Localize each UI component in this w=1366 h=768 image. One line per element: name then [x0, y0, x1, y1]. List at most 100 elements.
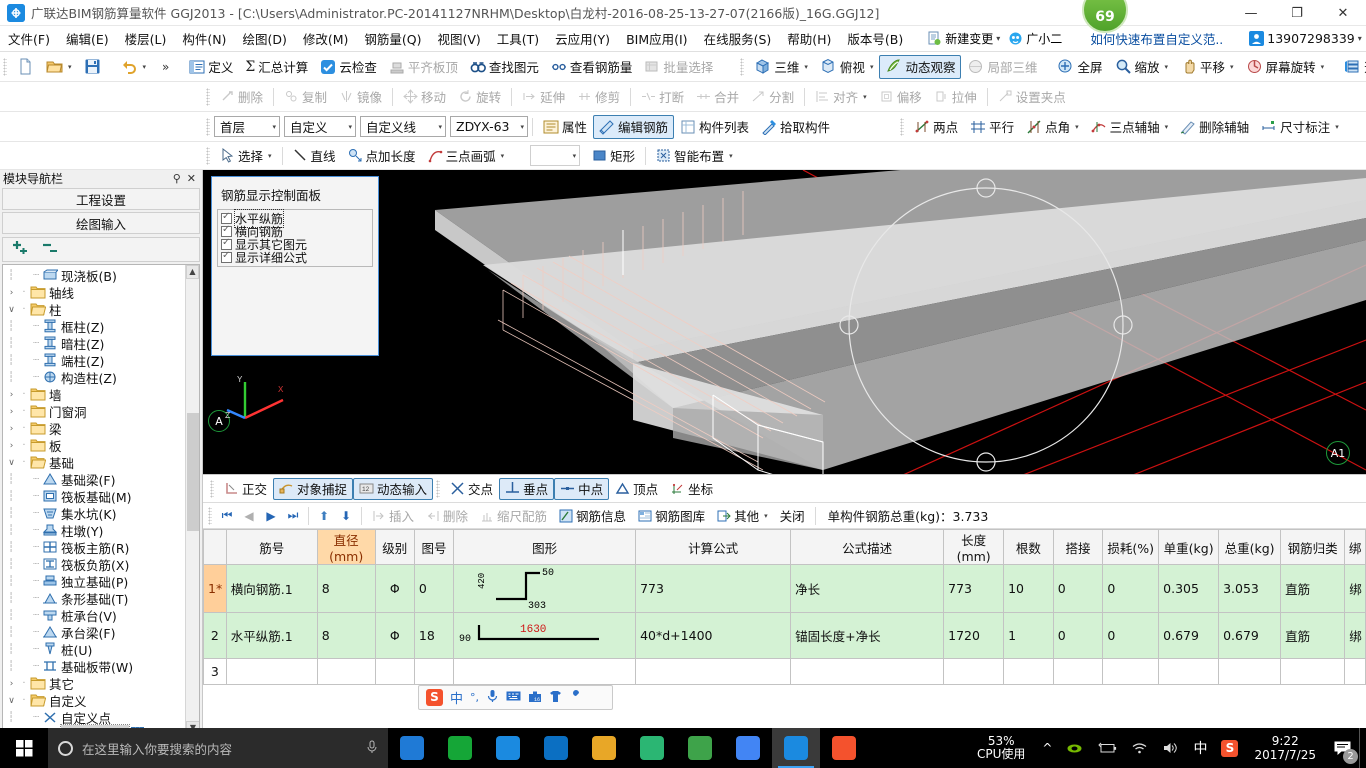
menu-floor[interactable]: 楼层(L) [117, 26, 175, 51]
menu-bim-app[interactable]: BIM应用(I) [618, 26, 696, 51]
find-element-button[interactable]: 查找图元 [464, 55, 545, 79]
cell-row-index[interactable]: 2 [203, 612, 227, 659]
cell-total-weight[interactable]: 3.053 [1218, 564, 1282, 613]
cell-total-weight[interactable]: 0.679 [1218, 612, 1282, 659]
prev-record-button[interactable]: ◀ [238, 509, 260, 523]
chevron-down-icon[interactable]: ∨ [5, 458, 18, 468]
zoom-chevron-down-icon[interactable]: ▾ [1165, 63, 1169, 71]
tree-item-2[interactable]: ∨ · 柱 [3, 301, 199, 318]
cell-rebar-no[interactable] [225, 658, 318, 685]
tree-item-20[interactable]: ┆ ┈ 桩承台(V) [3, 607, 199, 624]
tree-item-19[interactable]: ┆ ┈ 条形基础(T) [3, 590, 199, 607]
cell-diameter[interactable] [316, 658, 376, 685]
tree-item-6[interactable]: ┆ ┈ 构造柱(Z) [3, 369, 199, 386]
tree-item-15[interactable]: ┆ ┈ 柱墩(Y) [3, 522, 199, 539]
menu-component[interactable]: 构件(N) [174, 26, 234, 51]
cell-grade[interactable]: Φ [374, 564, 415, 613]
cell-count[interactable] [1003, 658, 1054, 685]
menu-online-service[interactable]: 在线服务(S) [696, 26, 780, 51]
tree-item-17[interactable]: ┆ ┈ 筏板负筋(X) [3, 556, 199, 573]
cell-grade[interactable] [374, 658, 415, 685]
rebar-display-control-panel[interactable]: 钢筋显示控制面板 水平纵筋横向钢筋显示其它图元显示详细公式 [211, 176, 379, 356]
checkbox-icon[interactable] [221, 211, 232, 224]
tree-item-24[interactable]: › · 其它 [3, 675, 199, 692]
taskbar-clock[interactable]: 9:22 2017/7/25 [1245, 734, 1325, 762]
tree-item-26[interactable]: ┆ ┈ 自定义点 [3, 709, 199, 726]
category-combo[interactable]: 自定义 ▾ [284, 116, 356, 137]
snap-ortho-button[interactable]: 正交 [218, 478, 273, 500]
cell-tie[interactable]: 绑 [1344, 612, 1366, 659]
toolbar-grip[interactable] [3, 57, 7, 76]
cell-count[interactable]: 10 [1003, 564, 1054, 613]
table-row[interactable]: 1* 横向钢筋.1 8 Φ 0 420 50 303 773 净长 773 10 0 0 0.305 3.05… [203, 564, 1366, 613]
select-tool-button[interactable]: 选择 ▾ [214, 144, 278, 168]
taskbar-sogou-icon[interactable] [820, 728, 868, 768]
taskbar-browser-icon[interactable] [676, 728, 724, 768]
show-desktop-button[interactable] [1359, 728, 1366, 768]
taskbar-search[interactable]: 在这里输入你要搜索的内容 [48, 728, 388, 768]
minimize-button[interactable]: — [1228, 0, 1274, 26]
view-3d-chevron-down-icon[interactable]: ▾ [804, 63, 808, 71]
cell-shape[interactable]: 90 1630 [453, 612, 637, 659]
toolbox-icon[interactable]: 16 [528, 690, 542, 706]
component-toolbar-grip[interactable] [206, 117, 210, 136]
top-view-button[interactable]: 俯视 ▾ [814, 55, 880, 79]
point-angle-chevron-down-icon[interactable]: ▾ [1075, 123, 1079, 131]
chevron-right-icon[interactable]: › [5, 390, 18, 400]
th-category[interactable]: 钢筋归类 [1280, 529, 1346, 565]
pan-chevron-down-icon[interactable]: ▾ [1230, 63, 1234, 71]
th-pic-no[interactable]: 图号 [413, 529, 455, 565]
pick-component-button[interactable]: 拾取构件 [755, 115, 836, 139]
three-point-arc-chevron-down-icon[interactable]: ▾ [501, 152, 505, 160]
maximize-button[interactable]: ❐ [1274, 0, 1320, 26]
save-button[interactable] [78, 55, 107, 79]
component-type-combo[interactable]: 自定义线 ▾ [360, 116, 446, 137]
menu-tools[interactable]: 工具(T) [489, 26, 547, 51]
smart-layout-chevron-down-icon[interactable]: ▾ [729, 152, 733, 160]
tree-item-22[interactable]: ┆ ┈ 桩(U) [3, 641, 199, 658]
menu-cloud-app[interactable]: 云应用(Y) [547, 26, 618, 51]
pan-button[interactable]: 平移 ▾ [1174, 55, 1240, 79]
checkbox-icon[interactable] [221, 237, 232, 250]
th-diameter[interactable]: 直径(mm) [316, 529, 376, 565]
account-area[interactable]: 13907298339 ▾ [1249, 31, 1362, 46]
th-unit-weight[interactable]: 单重(kg) [1158, 529, 1220, 565]
close-button[interactable]: ✕ [1320, 0, 1366, 26]
tree-item-4[interactable]: ┆ ┈ 暗柱(Z) [3, 335, 199, 352]
snap-object-button[interactable]: 对象捕捉 [273, 477, 354, 500]
cell-lap[interactable] [1052, 658, 1104, 685]
ime-punct-button[interactable]: °, [470, 691, 479, 704]
wifi-icon[interactable] [1124, 741, 1155, 755]
menu-rebar-qty[interactable]: 钢筋量(Q) [356, 26, 429, 51]
rebar-info-button[interactable]: 钢筋信息 [553, 504, 632, 528]
ime-mode-button[interactable]: 中 [450, 688, 463, 707]
tree-item-0[interactable]: ┆ ┈ 现浇板(B) [3, 267, 199, 284]
cell-pic-no[interactable] [413, 658, 455, 685]
battery-icon[interactable] [1090, 741, 1124, 755]
nvidia-icon[interactable] [1059, 741, 1090, 756]
taskbar-qq-icon[interactable] [388, 728, 436, 768]
drawing-input-button[interactable]: 绘图输入 [2, 212, 200, 234]
th-formula[interactable]: 计算公式 [635, 529, 792, 565]
cell-category[interactable]: 直筋 [1280, 612, 1346, 659]
rebar-option-3[interactable]: 显示详细公式 [218, 250, 372, 265]
draw-blank-combo[interactable]: ▾ [530, 145, 581, 166]
smart-layout-button[interactable]: 智能布置 ▾ [650, 144, 739, 168]
screen-rotate-button[interactable]: 屏幕旋转 ▾ [1240, 55, 1331, 79]
taskbar-chrome-icon[interactable] [724, 728, 772, 768]
cell-row-index[interactable]: 3 [203, 658, 227, 685]
close-rebar-button[interactable]: 关闭 [774, 504, 811, 528]
quick-access-overflow[interactable]: » [156, 60, 175, 74]
properties-button[interactable]: 属性 [537, 115, 593, 139]
start-button[interactable] [0, 728, 48, 768]
tree-item-7[interactable]: › · 墙 [3, 386, 199, 403]
cell-length[interactable]: 1720 [943, 612, 1005, 659]
open-file-button[interactable]: ▾ [40, 55, 78, 79]
action-center-button[interactable]: 2 [1325, 728, 1359, 768]
chevron-right-icon[interactable]: › [5, 441, 18, 451]
summary-calc-button[interactable]: Σ 汇总计算 [239, 55, 314, 79]
3d-viewport[interactable]: A1 A Y X Z 钢筋显示控制面板 水平纵筋横向钢筋显示其它图元显示详细公式 [203, 170, 1366, 475]
expand-all-icon[interactable] [11, 240, 31, 260]
new-file-button[interactable] [11, 55, 40, 79]
taskbar-ggj-icon[interactable] [772, 728, 820, 768]
